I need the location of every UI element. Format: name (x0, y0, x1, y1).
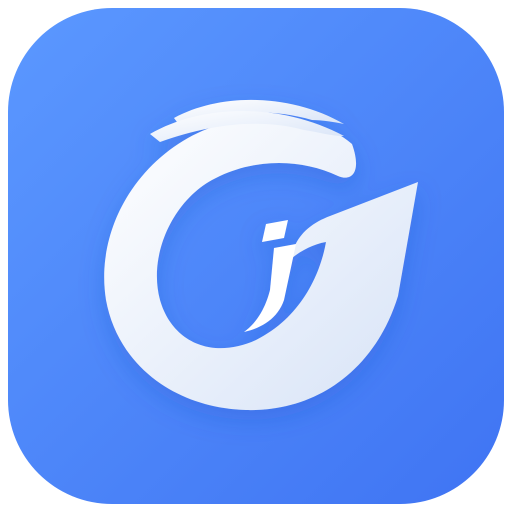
app-icon[interactable] (0, 0, 512, 512)
app-icon-canvas (0, 0, 512, 512)
icon-background (8, 8, 504, 504)
